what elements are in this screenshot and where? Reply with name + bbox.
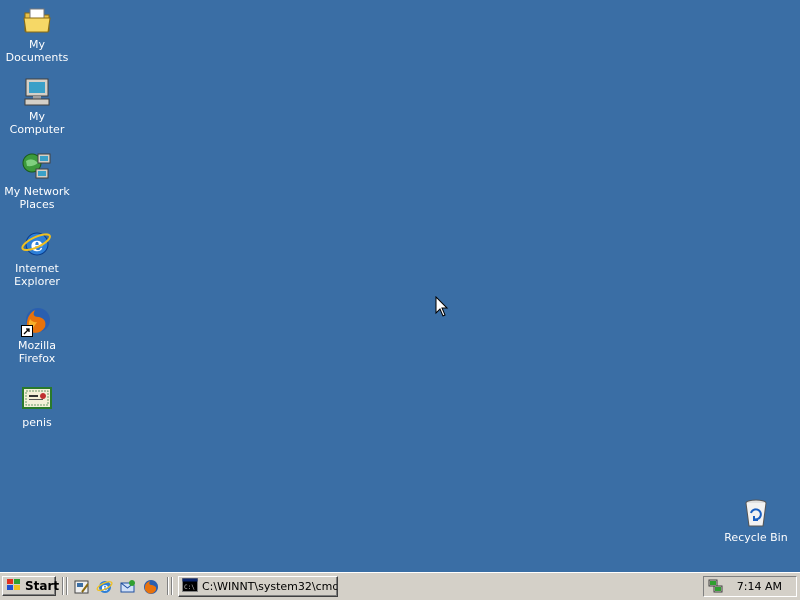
network-places-icon (21, 151, 53, 183)
recycle-bin-icon (740, 497, 772, 529)
command-prompt-icon: C:\ (182, 578, 198, 595)
desktop-icon-label: penis (22, 416, 52, 429)
firefox-icon[interactable] (142, 578, 160, 596)
computer-icon (21, 76, 53, 108)
taskbar-button-cmd[interactable]: C:\ C:\WINNT\system32\cmd... (178, 576, 338, 597)
desktop-icon-label: Mozilla Firefox (18, 339, 56, 365)
desktop-icon-my-computer[interactable]: My Computer (0, 76, 74, 136)
desktop-icon-label: My Computer (9, 110, 65, 136)
taskbar: Start e C:\ C:\WINNT\system32\cmd... 7:1… (0, 572, 800, 600)
clock[interactable]: 7:14 AM (737, 580, 782, 593)
system-tray: 7:14 AM (703, 576, 797, 597)
start-button[interactable]: Start (2, 576, 60, 596)
mouse-cursor-icon (435, 295, 449, 321)
desktop-icon-label: My Network Places (4, 185, 70, 211)
folder-documents-icon (21, 4, 53, 36)
toolbar-grip[interactable] (66, 577, 68, 595)
desktop-icon-mozilla-firefox[interactable]: Mozilla Firefox (0, 305, 74, 365)
windows-logo-icon (6, 578, 22, 595)
firefox-icon (21, 305, 53, 337)
start-label: Start (25, 579, 60, 593)
certificate-icon (21, 382, 53, 414)
desktop-icon-label: My Documents (5, 38, 69, 64)
desktop-icon-my-documents[interactable]: My Documents (0, 4, 74, 64)
svg-text:C:\: C:\ (184, 584, 195, 591)
desktop-icon-label: Internet Explorer (14, 262, 60, 288)
desktop-icon-internet-explorer[interactable]: e Internet Explorer (0, 228, 74, 288)
toolbar-separator (62, 577, 64, 595)
shortcut-arrow-icon (21, 325, 33, 337)
network-connection-icon[interactable] (707, 578, 725, 597)
internet-explorer-icon: e (21, 228, 53, 260)
show-desktop-icon[interactable] (73, 578, 91, 596)
desktop-icon-label: Recycle Bin (724, 531, 788, 544)
taskbar-button-label: C:\WINNT\system32\cmd... (202, 580, 338, 593)
desktop: My Documents My Computer My Network Plac… (0, 0, 800, 572)
desktop-icon-recycle-bin[interactable]: Recycle Bin (719, 497, 793, 544)
desktop-icon-penis[interactable]: penis (0, 382, 74, 429)
outlook-express-icon[interactable] (119, 578, 137, 596)
internet-explorer-icon[interactable]: e (96, 578, 114, 596)
toolbar-grip[interactable] (171, 577, 173, 595)
desktop-icon-my-network-places[interactable]: My Network Places (0, 151, 74, 211)
toolbar-separator (167, 577, 169, 595)
